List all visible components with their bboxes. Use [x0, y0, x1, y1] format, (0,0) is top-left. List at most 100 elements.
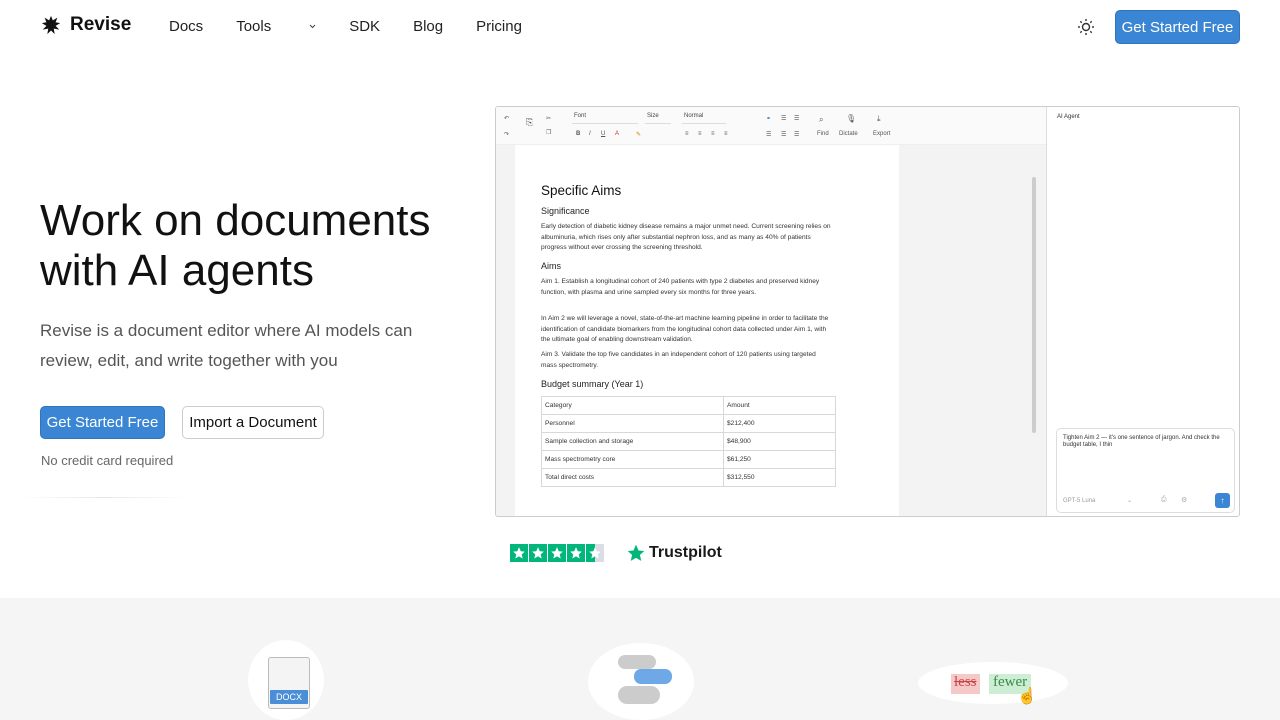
trustpilot-logo[interactable]: Trustpilot: [626, 543, 722, 563]
copy-icon[interactable]: ❐: [546, 129, 551, 136]
outdent-icon[interactable]: ☰: [781, 131, 786, 138]
paste-icon[interactable]: ⎘: [526, 117, 533, 128]
undo-icon[interactable]: ↶: [504, 115, 509, 122]
table-header-cell: Category: [541, 396, 724, 415]
link-icon[interactable]: ⚭: [766, 115, 771, 122]
table-row: Mass spectrometry core $61,250: [541, 450, 836, 469]
nav-link-sdk[interactable]: SDK: [349, 18, 380, 35]
table-row: Total direct costs $312,550: [541, 468, 836, 487]
star-icon: [529, 544, 547, 562]
indent-icon[interactable]: ☰: [766, 131, 771, 138]
send-button[interactable]: ↑: [1215, 493, 1230, 508]
table-header-row: Category Amount: [541, 396, 836, 415]
brand-name: Revise: [70, 14, 132, 35]
star-icon: [567, 544, 585, 562]
table-cell: $212,400: [723, 414, 836, 433]
deleted-word: less: [951, 674, 980, 694]
star-icon: [548, 544, 566, 562]
divider: [20, 497, 190, 498]
table-cell: Personnel: [541, 414, 724, 433]
nav-link-docs[interactable]: Docs: [169, 18, 203, 35]
table-cell: Sample collection and storage: [541, 432, 724, 451]
trustpilot-name: Trustpilot: [649, 544, 722, 561]
doc-title: Specific Aims: [541, 183, 622, 198]
import-document-button[interactable]: Import a Document: [182, 406, 324, 439]
nav-link-tools[interactable]: Tools: [236, 18, 316, 35]
editor-scrollbar[interactable]: [1032, 177, 1036, 433]
align-center-icon[interactable]: ≡: [698, 131, 702, 137]
cut-icon[interactable]: ✂: [546, 115, 551, 122]
nav-link-blog[interactable]: Blog: [413, 18, 443, 35]
arrow-up-icon: ↑: [1220, 496, 1225, 505]
trustpilot-stars: [510, 544, 604, 562]
numbered-list-icon[interactable]: ☰: [781, 115, 786, 122]
table-cell: $312,550: [723, 468, 836, 487]
align-left-icon[interactable]: ≡: [685, 131, 689, 137]
style-select[interactable]: Normal: [682, 113, 726, 124]
font-select[interactable]: Font: [572, 113, 638, 124]
chat-bubble-icon: [618, 655, 656, 669]
no-credit-card-note: No credit card required: [41, 453, 174, 468]
chat-input-box[interactable]: Tighten Aim 2 — it's one sentence of jar…: [1056, 428, 1235, 513]
nav-link-tools-label: Tools: [236, 18, 272, 35]
table-cell: Mass spectrometry core: [541, 450, 724, 469]
table-cell: $61,250: [723, 450, 836, 469]
aim-3-paragraph: Aim 3. Validate the top five candidates …: [541, 351, 816, 369]
microphone-icon[interactable]: 🎙: [846, 114, 856, 123]
star-icon: [510, 544, 528, 562]
aims-heading: Aims: [541, 261, 561, 271]
nav-get-started-button[interactable]: Get Started Free: [1115, 10, 1240, 44]
chat-bubble-icon: [634, 669, 672, 684]
editor-mockup: ↶ ↷ ⎘ ✂ ❐ Font Size Normal B I U A ✎ ≡ ≡…: [495, 106, 1240, 517]
checklist-icon[interactable]: ☰: [794, 131, 799, 138]
nav-links: Docs Tools SDK Blog Pricing: [169, 18, 555, 35]
align-justify-icon[interactable]: ≡: [724, 131, 728, 137]
export-label[interactable]: Export: [873, 131, 890, 137]
find-label[interactable]: Find: [817, 131, 829, 137]
ai-agent-title: AI Agent: [1057, 114, 1080, 120]
nav-link-pricing[interactable]: Pricing: [476, 18, 522, 35]
table-row: Sample collection and storage $48,900: [541, 432, 836, 451]
align-right-icon[interactable]: ≡: [711, 131, 715, 137]
style-select-value: Normal: [684, 113, 704, 119]
model-select-value: GPT-5 Luna: [1063, 498, 1096, 504]
significance-paragraph: Early detection of diabetic kidney disea…: [541, 223, 831, 251]
bold-icon[interactable]: B: [576, 131, 580, 137]
chevron-down-icon: ⌄: [1127, 498, 1133, 504]
underline-icon[interactable]: U: [601, 131, 605, 137]
hero-get-started-button[interactable]: Get Started Free: [40, 406, 165, 439]
hand-cursor-icon: ☝: [1017, 688, 1037, 705]
budget-heading: Budget summary (Year 1): [541, 379, 644, 389]
table-cell: Total direct costs: [541, 468, 724, 487]
top-nav: Revise Docs Tools SDK Blog Pricing Get S…: [0, 0, 1280, 54]
budget-table: Category Amount Personnel $212,400 Sampl…: [541, 396, 836, 487]
editor-toolbar: ↶ ↷ ⎘ ✂ ❐ Font Size Normal B I U A ✎ ≡ ≡…: [496, 107, 1046, 145]
chat-prompt-text[interactable]: Tighten Aim 2 — it's one sentence of jar…: [1063, 435, 1233, 449]
chat-bubble-icon: [618, 686, 660, 704]
dictate-label[interactable]: Dictate: [839, 131, 858, 137]
size-select[interactable]: Size: [645, 113, 671, 124]
splat-logo-icon: [41, 15, 61, 35]
aim-2-paragraph: In Aim 2 we will leverage a novel, state…: [541, 315, 829, 343]
brand-logo[interactable]: Revise: [40, 14, 131, 36]
docx-badge: DOCX: [270, 690, 308, 704]
search-icon[interactable]: ⌕: [819, 115, 823, 125]
model-select[interactable]: GPT-5 Luna ⌄: [1063, 497, 1132, 504]
ai-agent-panel: AI Agent Tighten Aim 2 — it's one senten…: [1046, 107, 1239, 516]
table-cell: $48,900: [723, 432, 836, 451]
aim-1-paragraph: Aim 1. Establish a longitudinal cohort o…: [541, 278, 820, 296]
sun-icon[interactable]: [1076, 17, 1096, 37]
settings-icon[interactable]: ⚙: [1181, 496, 1187, 504]
chevron-down-icon: [309, 24, 316, 29]
bullet-list-icon[interactable]: ☰: [794, 115, 799, 122]
table-header-cell: Amount: [723, 396, 836, 415]
text-color-icon[interactable]: A: [615, 131, 619, 137]
table-row: Personnel $212,400: [541, 414, 836, 433]
hero-subtitle: Revise is a document editor where AI mod…: [40, 321, 413, 370]
redo-icon[interactable]: ↷: [504, 131, 509, 138]
significance-heading: Significance: [541, 206, 590, 216]
italic-icon[interactable]: I: [589, 131, 591, 137]
export-icon[interactable]: ⤓: [877, 114, 881, 124]
highlight-icon[interactable]: ✎: [636, 131, 641, 138]
attach-icon[interactable]: ⎙: [1161, 496, 1167, 504]
